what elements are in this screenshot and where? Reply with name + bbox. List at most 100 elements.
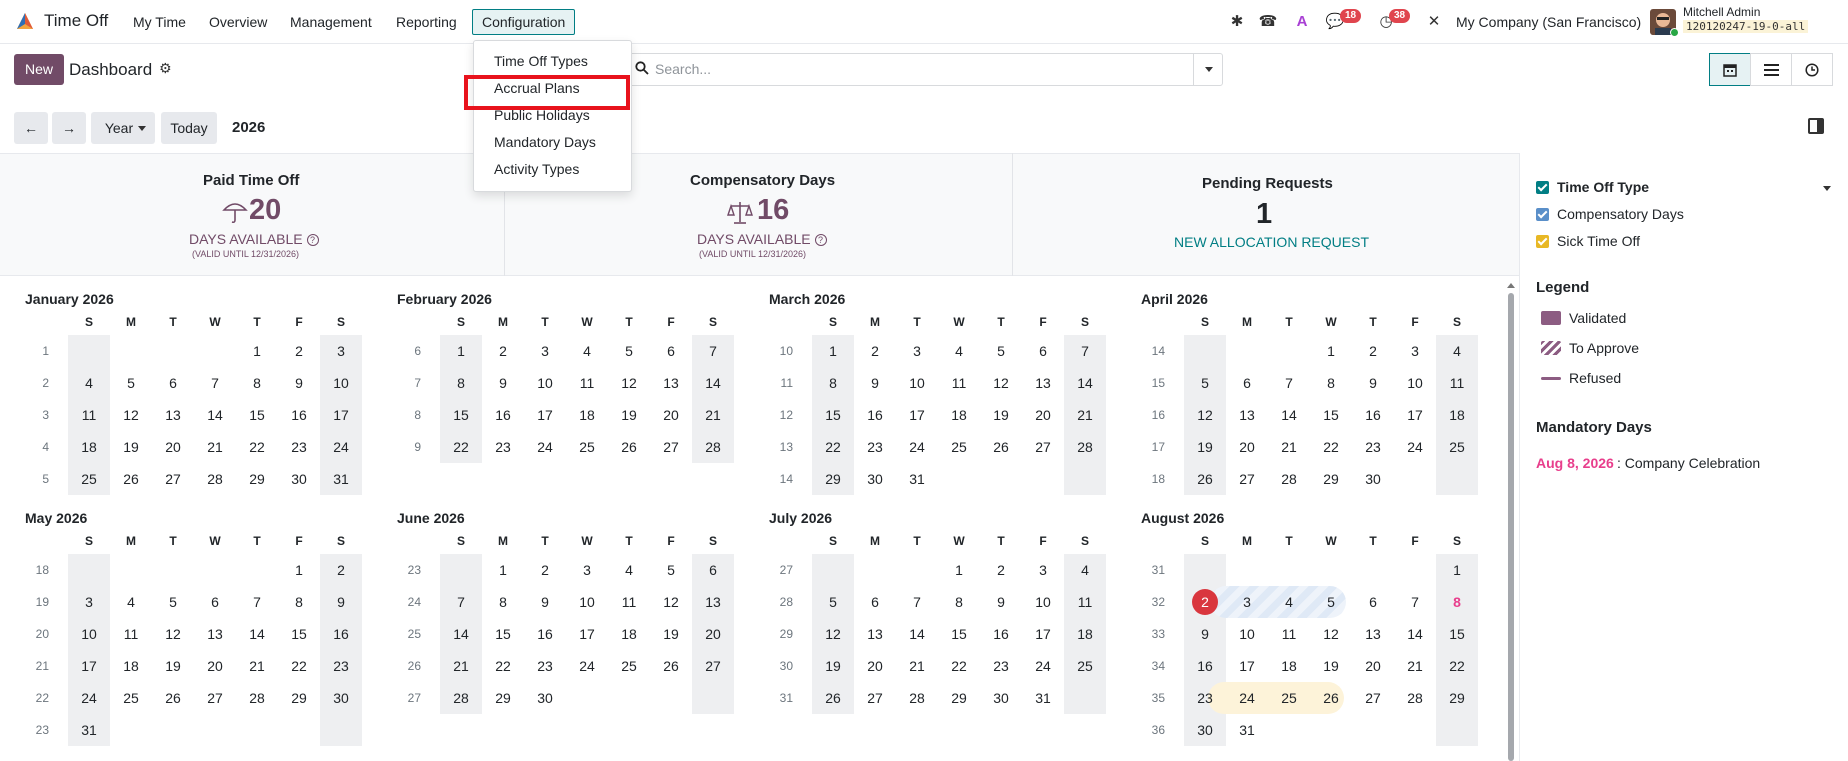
calendar-day[interactable]: 8: [938, 586, 980, 618]
calendar-day[interactable]: 6: [854, 586, 896, 618]
scrollbar-thumb[interactable]: [1508, 293, 1514, 761]
gear-icon[interactable]: ⚙: [159, 60, 172, 77]
calendar-day[interactable]: 2: [854, 335, 896, 367]
calendar-day[interactable]: 24: [524, 431, 566, 463]
calendar-day[interactable]: 23: [1352, 431, 1394, 463]
calendar-day[interactable]: 24: [1226, 682, 1268, 714]
calendar-day[interactable]: 10: [566, 586, 608, 618]
app-name[interactable]: Time Off: [44, 11, 108, 31]
calendar-day[interactable]: 6: [152, 367, 194, 399]
calendar-day[interactable]: 4: [566, 335, 608, 367]
calendar-day[interactable]: 23: [482, 431, 524, 463]
calendar-day[interactable]: 7: [1064, 335, 1106, 367]
calendar-day[interactable]: 28: [1064, 431, 1106, 463]
calendar-day[interactable]: 11: [608, 586, 650, 618]
calendar-day[interactable]: 11: [566, 367, 608, 399]
calendar-day[interactable]: 1: [482, 554, 524, 586]
calendar-day[interactable]: 25: [68, 463, 110, 495]
calendar-day[interactable]: 3: [1394, 335, 1436, 367]
calendar-day[interactable]: 27: [692, 650, 734, 682]
calendar-day[interactable]: 11: [1268, 618, 1310, 650]
calendar-day[interactable]: 19: [812, 650, 854, 682]
user-name[interactable]: Mitchell Admin: [1683, 5, 1760, 19]
calendar-day[interactable]: 19: [650, 618, 692, 650]
calendar-day[interactable]: 12: [812, 618, 854, 650]
calendar-day[interactable]: 26: [1310, 682, 1352, 714]
calendar-day[interactable]: 14: [1064, 367, 1106, 399]
calendar-day[interactable]: 14: [194, 399, 236, 431]
calendar-day[interactable]: 24: [68, 682, 110, 714]
calendar-day[interactable]: 8: [440, 367, 482, 399]
calendar-day[interactable]: 10: [68, 618, 110, 650]
calendar-day[interactable]: 18: [1064, 618, 1106, 650]
calendar-day[interactable]: 4: [110, 586, 152, 618]
company-switcher[interactable]: My Company (San Francisco): [1456, 14, 1641, 30]
calendar-day[interactable]: 17: [1226, 650, 1268, 682]
calendar-day[interactable]: 13: [152, 399, 194, 431]
calendar-day[interactable]: 13: [692, 586, 734, 618]
calendar-day[interactable]: 10: [896, 367, 938, 399]
calendar-day[interactable]: 30: [278, 463, 320, 495]
calendar-day[interactable]: 9: [854, 367, 896, 399]
calendar-day[interactable]: 17: [320, 399, 362, 431]
calendar-day[interactable]: 16: [1352, 399, 1394, 431]
scroll-up-arrow[interactable]: [1507, 283, 1515, 288]
calendar-day[interactable]: 3: [566, 554, 608, 586]
time-off-app-icon[interactable]: [14, 10, 36, 32]
help-icon[interactable]: ?: [306, 234, 319, 246]
calendar-day[interactable]: 27: [854, 682, 896, 714]
calendar-day[interactable]: 16: [1184, 650, 1226, 682]
calendar-day[interactable]: 12: [110, 399, 152, 431]
sick-time-off-checkbox[interactable]: [1536, 235, 1549, 248]
calendar-day[interactable]: 28: [692, 431, 734, 463]
calendar-day[interactable]: 14: [896, 618, 938, 650]
calendar-day[interactable]: 9: [320, 586, 362, 618]
calendar-day[interactable]: 22: [938, 650, 980, 682]
calendar-day[interactable]: 1: [1310, 335, 1352, 367]
calendar-day[interactable]: 29: [278, 682, 320, 714]
calendar-day[interactable]: 29: [938, 682, 980, 714]
calendar-day[interactable]: 8: [812, 367, 854, 399]
calendar-day[interactable]: 17: [566, 618, 608, 650]
calendar-day[interactable]: 4: [938, 335, 980, 367]
calendar-day[interactable]: 5: [110, 367, 152, 399]
calendar-day[interactable]: 23: [1184, 682, 1226, 714]
calendar-day[interactable]: 9: [1352, 367, 1394, 399]
calendar-day[interactable]: 26: [110, 463, 152, 495]
search-bar[interactable]: [627, 53, 1223, 86]
calendar-day[interactable]: 15: [1436, 618, 1478, 650]
calendar-day[interactable]: 1: [938, 554, 980, 586]
calendar-day[interactable]: 24: [566, 650, 608, 682]
calendar-day[interactable]: 28: [1394, 682, 1436, 714]
calendar-day[interactable]: 19: [980, 399, 1022, 431]
calendar-day[interactable]: 27: [1352, 682, 1394, 714]
calendar-day[interactable]: 27: [650, 431, 692, 463]
help-icon[interactable]: ?: [814, 234, 827, 246]
calendar-day[interactable]: 17: [68, 650, 110, 682]
calendar-day[interactable]: 25: [1268, 682, 1310, 714]
calendar-day[interactable]: 23: [320, 650, 362, 682]
calendar-day[interactable]: 9: [1184, 618, 1226, 650]
calendar-day[interactable]: 27: [194, 682, 236, 714]
calendar-day[interactable]: 14: [440, 618, 482, 650]
calendar-day[interactable]: 31: [1226, 714, 1268, 746]
ai-icon[interactable]: A: [1292, 12, 1312, 32]
calendar-day[interactable]: 4: [1268, 586, 1310, 618]
calendar-day[interactable]: 3: [1022, 554, 1064, 586]
time-off-type-checkbox[interactable]: [1536, 181, 1549, 194]
calendar-day[interactable]: 15: [236, 399, 278, 431]
calendar-day[interactable]: 28: [440, 682, 482, 714]
calendar-day[interactable]: 3: [1226, 586, 1268, 618]
filter-caret-down-icon[interactable]: [1823, 186, 1831, 191]
calendar-day[interactable]: 2: [1352, 335, 1394, 367]
calendar-day[interactable]: 1: [236, 335, 278, 367]
calendar-day[interactable]: 18: [110, 650, 152, 682]
filter-compensatory-days[interactable]: Compensatory Days: [1557, 206, 1684, 222]
new-allocation-request-link[interactable]: NEW ALLOCATION REQUEST: [1174, 234, 1369, 250]
calendar-day[interactable]: 20: [854, 650, 896, 682]
calendar-day[interactable]: 1: [812, 335, 854, 367]
calendar-day[interactable]: 24: [1022, 650, 1064, 682]
calendar-day[interactable]: 7: [194, 367, 236, 399]
calendar-day[interactable]: 11: [1436, 367, 1478, 399]
calendar-day[interactable]: 17: [1394, 399, 1436, 431]
